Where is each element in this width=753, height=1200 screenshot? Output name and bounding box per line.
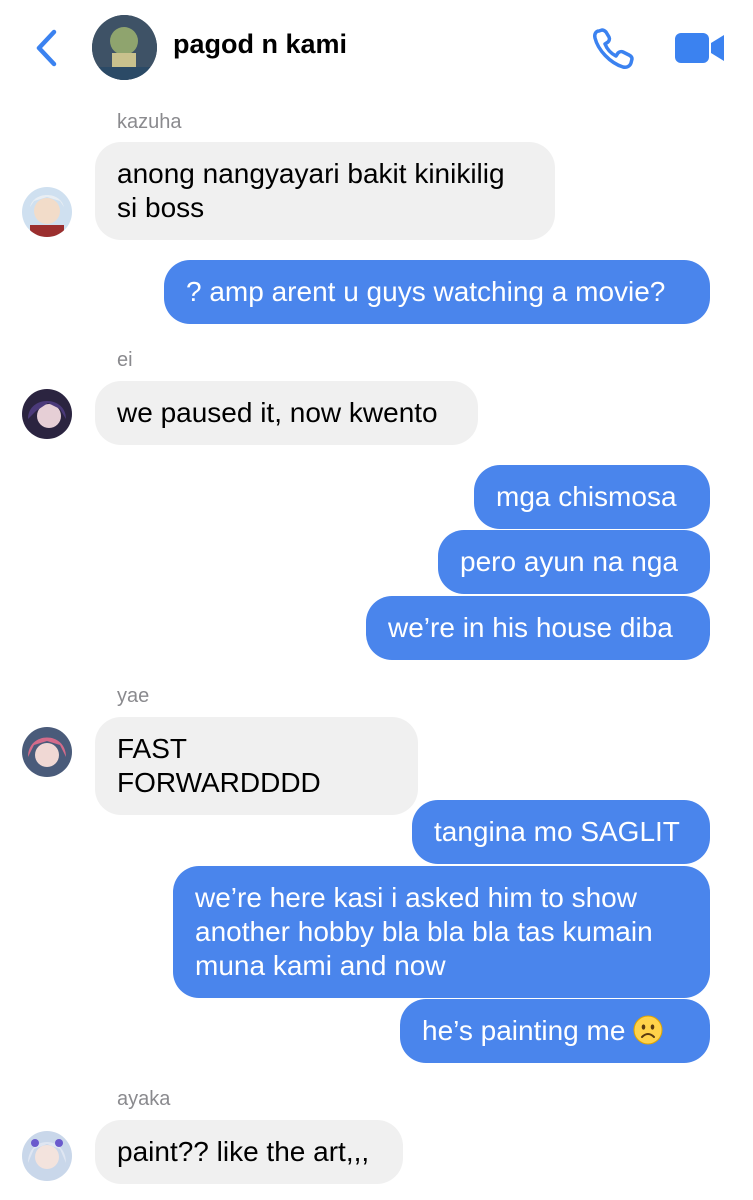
message-bubble[interactable]: we paused it, now kwento bbox=[95, 381, 478, 445]
frowning-face-emoji bbox=[633, 1015, 663, 1045]
message-line: si boss bbox=[117, 192, 205, 223]
message-bubble[interactable]: mga chismosa bbox=[474, 465, 710, 529]
message-text: he’s painting me bbox=[422, 1015, 626, 1046]
yae-avatar-icon bbox=[22, 727, 72, 777]
sender-name: ei bbox=[117, 349, 133, 371]
avatar[interactable] bbox=[22, 187, 72, 237]
sender-name: ayaka bbox=[117, 1088, 171, 1110]
sender-name: yae bbox=[117, 685, 150, 707]
group-avatar[interactable] bbox=[92, 15, 157, 80]
message-line: we’re here kasi i asked him to show bbox=[195, 882, 637, 913]
sender-name: kazuha bbox=[117, 111, 182, 133]
video-camera-icon bbox=[675, 33, 724, 63]
chat-header: pagod n kami bbox=[0, 0, 753, 96]
message-bubble[interactable]: tangina mo SAGLIT bbox=[412, 800, 710, 864]
message-bubble[interactable]: pero ayun na nga bbox=[438, 530, 710, 594]
phone-icon bbox=[593, 28, 634, 69]
avatar[interactable] bbox=[22, 389, 72, 439]
voice-call-button[interactable] bbox=[590, 26, 636, 72]
message-bubble[interactable]: anong nangyayari bakit kinikilig si boss bbox=[95, 142, 555, 240]
ei-avatar-icon bbox=[22, 389, 72, 439]
message-bubble[interactable]: we’re here kasi i asked him to show anot… bbox=[173, 866, 710, 998]
video-call-button[interactable] bbox=[674, 30, 726, 66]
avatar[interactable] bbox=[22, 727, 72, 777]
group-photo-icon bbox=[92, 15, 157, 80]
message-bubble[interactable]: he’s painting me bbox=[400, 999, 710, 1063]
message-line: muna kami and now bbox=[195, 950, 446, 981]
message-bubble[interactable]: FAST FORWARDDDD bbox=[95, 717, 418, 815]
message-bubble[interactable]: ? amp arent u guys watching a movie? bbox=[164, 260, 710, 324]
back-button[interactable] bbox=[30, 26, 64, 70]
chevron-left-icon bbox=[36, 29, 57, 67]
avatar[interactable] bbox=[22, 1131, 72, 1181]
message-bubble[interactable]: we’re in his house diba bbox=[366, 596, 710, 660]
message-line: another hobby bla bla bla tas kumain bbox=[195, 916, 653, 947]
ayaka-avatar-icon bbox=[22, 1131, 72, 1181]
group-title[interactable]: pagod n kami bbox=[173, 29, 347, 60]
kazuha-avatar-icon bbox=[22, 187, 72, 237]
message-line: anong nangyayari bakit kinikilig bbox=[117, 158, 505, 189]
message-bubble[interactable]: paint?? like the art,,, bbox=[95, 1120, 403, 1184]
